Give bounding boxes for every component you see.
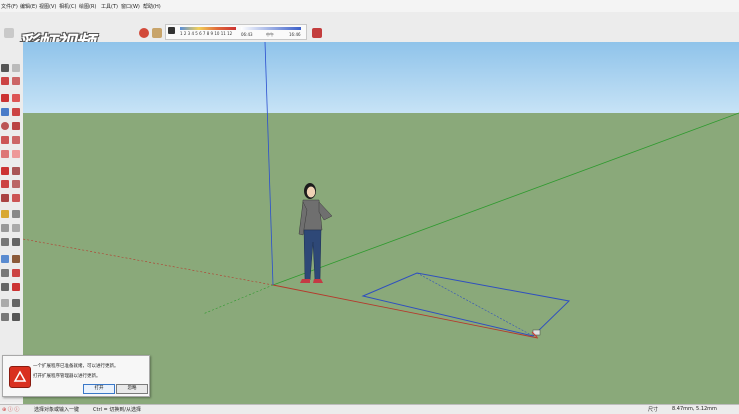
freehand-icon[interactable] <box>12 94 20 102</box>
position-camera-icon[interactable] <box>1 299 9 307</box>
status-icons: ⊕ ⓘ ⓘ <box>2 407 20 413</box>
rotated-rectangle-icon[interactable] <box>12 108 20 116</box>
menu-camera[interactable]: 相机(C) <box>59 3 76 10</box>
move-icon[interactable] <box>1 167 9 175</box>
eraser-icon[interactable] <box>1 77 9 85</box>
red-axis <box>272 284 539 339</box>
dialog-message-line1: 一个扩展程序已准备就绪，可以进行更新。 <box>33 364 119 369</box>
scale-icon[interactable] <box>1 194 9 202</box>
make-component-icon[interactable] <box>12 64 20 72</box>
polygon-icon[interactable] <box>12 122 20 130</box>
dimension-icon[interactable] <box>12 210 20 218</box>
sketchup-logo-icon <box>9 366 31 388</box>
zoom-extents-side-icon[interactable] <box>1 283 9 291</box>
select-icon[interactable] <box>1 64 9 72</box>
line-icon[interactable] <box>1 94 9 102</box>
menu-draw[interactable]: 绘图(R) <box>79 3 96 10</box>
rotate-icon[interactable] <box>1 180 9 188</box>
measurements-label: 尺寸 <box>648 407 659 413</box>
paint-bucket-side-icon[interactable] <box>12 77 20 85</box>
figure-face <box>306 186 316 198</box>
zoom-side-icon[interactable] <box>1 269 9 277</box>
figure-left-shoe <box>300 279 310 283</box>
pie-icon[interactable] <box>12 136 20 144</box>
arc-icon[interactable] <box>1 136 9 144</box>
paint-bucket-icon[interactable] <box>152 28 162 38</box>
three-point-arc-icon[interactable] <box>12 150 20 158</box>
status-ctrl-hint: Ctrl = 切换到/从选择 <box>93 407 141 413</box>
scale-figure[interactable] <box>298 183 333 283</box>
shadow-toggle-icon[interactable] <box>168 27 175 34</box>
open-button[interactable]: 打开 <box>83 384 115 394</box>
select-tool-icon[interactable] <box>4 28 14 38</box>
green-axis-negative <box>202 284 274 315</box>
drawing-viewport[interactable] <box>23 42 739 404</box>
axes-icon[interactable] <box>1 238 9 246</box>
previous-icon[interactable] <box>12 283 20 291</box>
main-toolbar: 彩虹视频 1 2 3 4 5 6 7 8 9 10 11 12 06:43 中午… <box>0 12 739 55</box>
rectangle-icon[interactable] <box>1 108 9 116</box>
orbit-side-icon[interactable] <box>1 255 9 263</box>
time-start: 06:43 <box>241 32 253 37</box>
drawn-rectangle[interactable] <box>361 272 571 337</box>
figure-right-shoe <box>313 279 323 283</box>
menu-window[interactable]: 窗口(W) <box>121 3 140 10</box>
dismiss-button[interactable]: 忽略 <box>116 384 148 394</box>
offset-icon[interactable] <box>12 194 20 202</box>
text-icon[interactable] <box>12 224 20 232</box>
extension-update-dialog: 一个扩展程序已准备就绪，可以进行更新。 打开扩展程序管理器以进行更新。 打开 忽… <box>2 355 150 397</box>
time-slider-track[interactable] <box>241 27 301 30</box>
menu-view[interactable]: 视图(V) <box>39 3 56 10</box>
zoom-window-side-icon[interactable] <box>12 269 20 277</box>
dialog-message-line2: 打开扩展程序管理器以进行更新。 <box>33 374 101 379</box>
push-pull-icon[interactable] <box>12 167 20 175</box>
tape-measure-side-icon[interactable] <box>1 210 9 218</box>
left-toolbar <box>0 42 24 402</box>
protractor-icon[interactable] <box>1 224 9 232</box>
rectangle-diagonal <box>416 272 534 337</box>
figure-jeans <box>303 229 322 281</box>
scene-svg <box>23 42 739 339</box>
menu-tools[interactable]: 工具(T) <box>101 3 118 10</box>
time-end: 16:46 <box>289 32 301 37</box>
blue-axis <box>264 42 274 286</box>
month-scale: 1 2 3 4 5 6 7 8 9 10 11 12 <box>180 31 233 36</box>
green-axis <box>272 112 739 286</box>
circle-icon[interactable] <box>1 122 9 130</box>
orbit-icon[interactable] <box>139 28 149 38</box>
3d-text-icon[interactable] <box>12 238 20 246</box>
time-mid: 中午 <box>266 32 274 37</box>
menu-edit[interactable]: 编辑(E) <box>20 3 37 10</box>
pan-side-icon[interactable] <box>12 255 20 263</box>
walk-icon[interactable] <box>12 299 20 307</box>
menu-file[interactable]: 文件(F) <box>1 3 18 10</box>
look-around-icon[interactable] <box>1 313 9 321</box>
shadow-settings-panel: 1 2 3 4 5 6 7 8 9 10 11 12 06:43 中午 16:4… <box>165 24 307 40</box>
status-hint: 选择对象或输入一键 <box>34 407 80 413</box>
menu-help[interactable]: 帮助(H) <box>143 3 161 10</box>
section-plane-icon[interactable] <box>12 313 20 321</box>
two-point-arc-icon[interactable] <box>1 150 9 158</box>
month-slider-track[interactable] <box>180 27 236 30</box>
red-axis-negative <box>23 238 274 286</box>
measurements-value[interactable]: 8.47mm, 5.12mm <box>672 406 717 412</box>
follow-me-side-icon[interactable] <box>12 180 20 188</box>
extension-warehouse-icon[interactable] <box>312 28 322 38</box>
